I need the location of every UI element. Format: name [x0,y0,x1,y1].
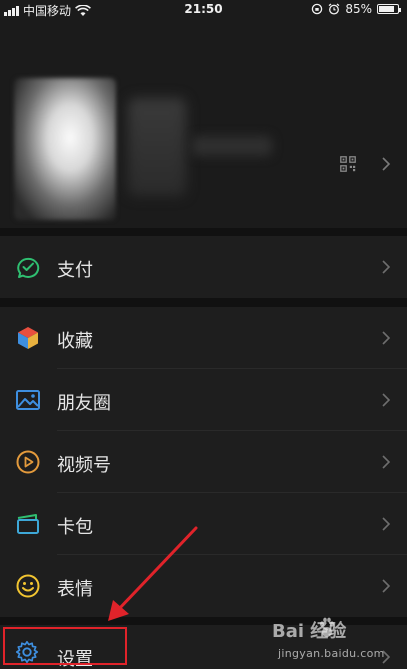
status-right: 85% [311,2,401,16]
menu-item-label: 表情 [57,579,93,600]
chevron-right-icon [382,517,391,531]
payment-icon [17,257,40,278]
favorites-cube-icon [18,327,38,349]
menu-item-label: 支付 [57,260,93,281]
avatar[interactable] [14,78,116,220]
sticker-smile-icon [16,574,40,598]
battery-percent: 85% [345,2,372,16]
account-id-blurred [192,136,272,156]
chevron-right-icon [382,157,391,171]
section-gap [0,228,407,236]
status-bar: 中国移动 21:50 85% [0,0,407,20]
card-wallet-icon [17,514,39,534]
menu-item-favorites[interactable]: 收藏 [0,307,407,369]
baidu-watermark: Bai 经验 jingyan.baidu.com [272,617,402,667]
alarm-icon [328,3,340,15]
annotation-arrow [108,526,198,621]
moments-image-icon [16,390,40,410]
chevron-right-icon [382,455,391,469]
orientation-lock-icon [312,3,323,15]
menu-item-channels[interactable]: 视频号 [0,431,407,493]
menu-item-pay[interactable]: 支付 [0,236,407,298]
chevron-right-icon [382,579,391,593]
menu-item-label: 卡包 [57,517,93,538]
menu-item-label: 朋友圈 [57,393,111,414]
chevron-right-icon [382,331,391,345]
channels-play-icon [16,450,40,474]
profile-header[interactable] [0,20,407,228]
annotation-highlight-box [3,627,127,665]
menu-item-label: 收藏 [57,331,93,352]
menu-item-moments[interactable]: 朋友圈 [0,369,407,431]
watermark-url: jingyan.baidu.com [278,647,385,660]
section-gap [0,298,407,307]
chevron-right-icon [382,393,391,407]
battery-fill [379,6,395,12]
battery-icon [377,4,401,14]
menu-item-label: 视频号 [57,455,111,476]
qr-code-icon[interactable] [340,156,356,172]
nickname-blurred [128,98,186,196]
baidu-paw-icon [320,617,334,637]
chevron-right-icon [382,260,391,274]
